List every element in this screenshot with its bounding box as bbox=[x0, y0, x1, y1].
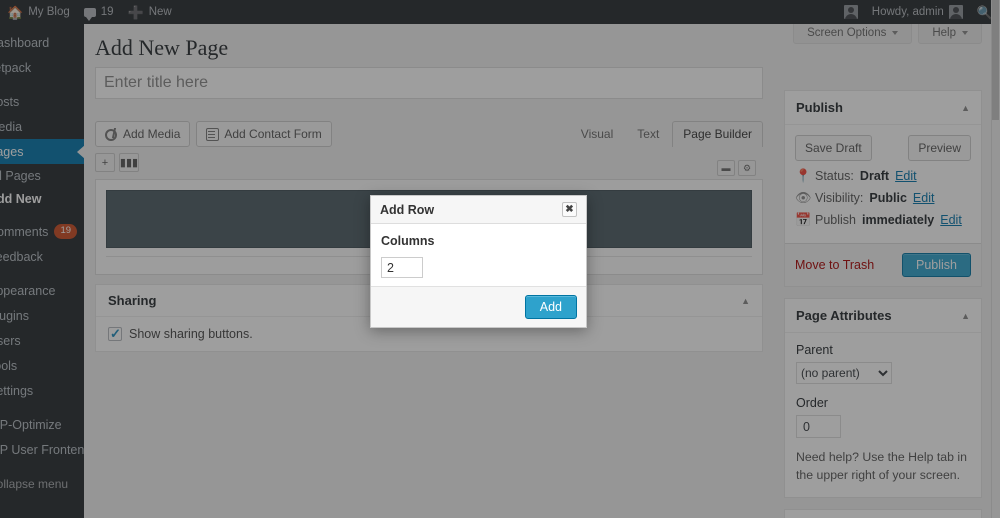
add-row-dialog-footer: Add bbox=[371, 286, 586, 327]
wp-admin-screen: 🏠 My Blog 19 ➕ New Howdy, admin 🔍 ashboa… bbox=[0, 0, 1000, 518]
close-icon[interactable]: ✖ bbox=[562, 202, 577, 217]
columns-input[interactable] bbox=[381, 257, 423, 278]
add-row-dialog: Add Row ✖ Columns Add bbox=[370, 195, 587, 328]
columns-label: Columns bbox=[381, 234, 435, 248]
add-row-confirm-button[interactable]: Add bbox=[524, 295, 577, 319]
add-row-dialog-body: Columns bbox=[371, 224, 586, 290]
add-row-dialog-title: Add Row bbox=[380, 202, 435, 217]
add-row-dialog-header: Add Row ✖ bbox=[371, 196, 586, 224]
